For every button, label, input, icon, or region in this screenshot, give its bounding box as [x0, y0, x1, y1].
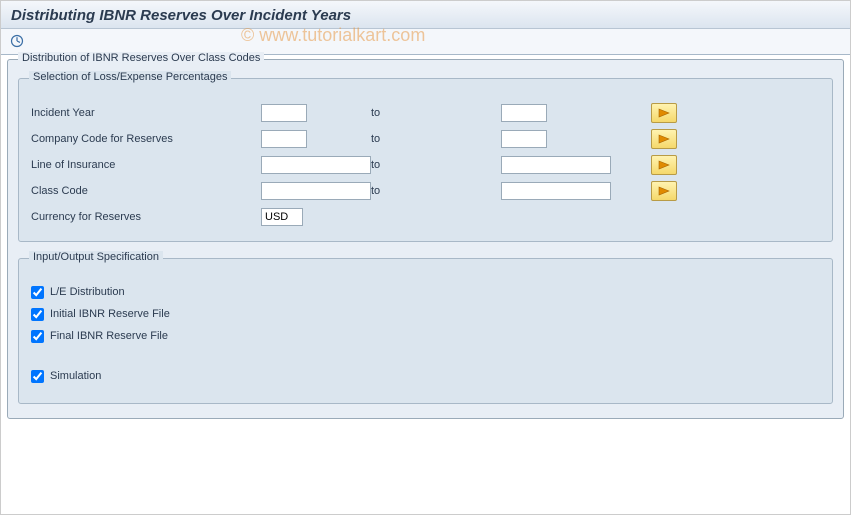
- class-code-to-input[interactable]: [501, 182, 611, 200]
- label-to: to: [371, 133, 501, 145]
- company-code-to-input[interactable]: [501, 130, 547, 148]
- label-le-distribution: L/E Distribution: [50, 286, 125, 298]
- label-line-insurance: Line of Insurance: [31, 159, 261, 171]
- line-insurance-from-input[interactable]: [261, 156, 371, 174]
- incident-year-to-input[interactable]: [501, 104, 547, 122]
- row-currency: Currency for Reserves: [31, 205, 820, 229]
- label-initial-ibnr: Initial IBNR Reserve File: [50, 308, 170, 320]
- initial-ibnr-checkbox[interactable]: [31, 308, 44, 321]
- le-distribution-checkbox[interactable]: [31, 286, 44, 299]
- incident-year-from-input[interactable]: [261, 104, 307, 122]
- multiple-selection-button[interactable]: [651, 155, 677, 175]
- currency-input[interactable]: [261, 208, 303, 226]
- row-line-insurance: Line of Insurance to: [31, 153, 820, 177]
- label-class-code: Class Code: [31, 185, 261, 197]
- simulation-checkbox[interactable]: [31, 370, 44, 383]
- group-selection-legend: Selection of Loss/Expense Percentages: [29, 71, 231, 83]
- label-to: to: [371, 107, 501, 119]
- label-company-code: Company Code for Reserves: [31, 133, 261, 145]
- group-distribution: Distribution of IBNR Reserves Over Class…: [7, 59, 844, 419]
- row-class-code: Class Code to: [31, 179, 820, 203]
- label-final-ibnr: Final IBNR Reserve File: [50, 330, 168, 342]
- label-to: to: [371, 185, 501, 197]
- label-incident-year: Incident Year: [31, 107, 261, 119]
- page-title: Distributing IBNR Reserves Over Incident…: [11, 7, 840, 24]
- row-le-distribution: L/E Distribution: [31, 281, 820, 303]
- row-simulation: Simulation: [31, 365, 820, 387]
- row-company-code: Company Code for Reserves to: [31, 127, 820, 151]
- line-insurance-to-input[interactable]: [501, 156, 611, 174]
- group-io-spec-legend: Input/Output Specification: [29, 251, 163, 263]
- row-incident-year: Incident Year to: [31, 101, 820, 125]
- company-code-from-input[interactable]: [261, 130, 307, 148]
- final-ibnr-checkbox[interactable]: [31, 330, 44, 343]
- multiple-selection-button[interactable]: [651, 181, 677, 201]
- title-bar: Distributing IBNR Reserves Over Incident…: [1, 1, 850, 29]
- group-selection: Selection of Loss/Expense Percentages In…: [18, 78, 833, 242]
- group-distribution-legend: Distribution of IBNR Reserves Over Class…: [18, 52, 264, 64]
- class-code-from-input[interactable]: [261, 182, 371, 200]
- multiple-selection-button[interactable]: [651, 103, 677, 123]
- label-to: to: [371, 159, 501, 171]
- label-simulation: Simulation: [50, 370, 101, 382]
- multiple-selection-button[interactable]: [651, 129, 677, 149]
- label-currency: Currency for Reserves: [31, 211, 261, 223]
- row-final-ibnr: Final IBNR Reserve File: [31, 325, 820, 347]
- execute-icon[interactable]: [9, 33, 25, 49]
- group-io-spec: Input/Output Specification L/E Distribut…: [18, 258, 833, 404]
- row-initial-ibnr: Initial IBNR Reserve File: [31, 303, 820, 325]
